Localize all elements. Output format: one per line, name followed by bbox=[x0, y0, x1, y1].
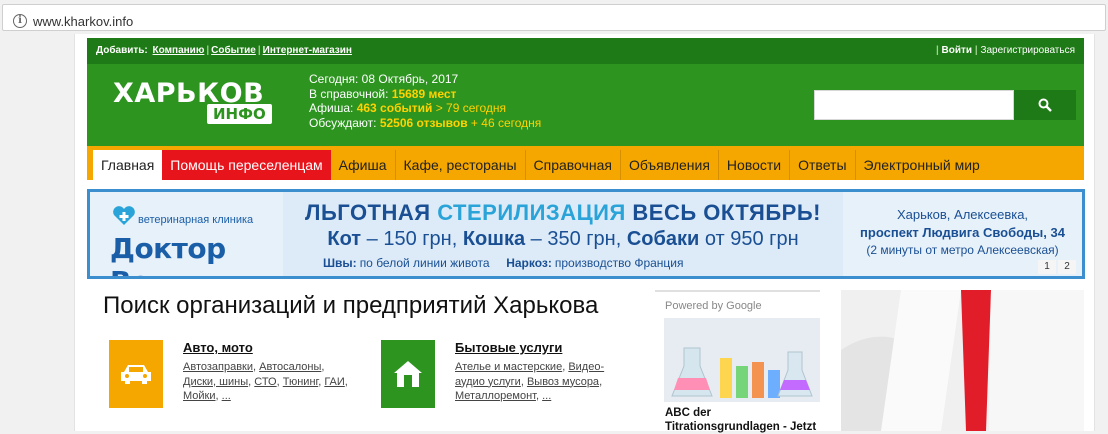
afisha-today[interactable]: > 79 сегодня bbox=[436, 101, 506, 115]
add-label: Добавить: bbox=[96, 45, 148, 56]
address-line-1: Харьков, Алексеевка, bbox=[896, 207, 1029, 222]
directory-value[interactable]: 15689 мест bbox=[392, 87, 457, 101]
add-shop-link[interactable]: Интернет-магазин bbox=[263, 45, 352, 56]
address-line-2: проспект Людвига Свободы, 34 bbox=[860, 225, 1065, 240]
nav-item-news[interactable]: Новости bbox=[719, 150, 791, 180]
category-title[interactable]: Авто, мото bbox=[183, 340, 253, 355]
nav-item-refugees[interactable]: Помощь переселенцам bbox=[162, 150, 331, 180]
page: Добавить: Компанию | Событие | Интернет-мага… bbox=[74, 34, 1095, 434]
afisha-value[interactable]: 463 событий bbox=[357, 101, 433, 115]
nav-item-electronics[interactable]: Электронный мир bbox=[856, 150, 988, 180]
category-household: Бытовые услуги Ателье и мастерские, Виде… bbox=[381, 340, 631, 410]
search-icon bbox=[1038, 98, 1052, 112]
register-link[interactable]: Зарегистрироваться bbox=[980, 45, 1075, 56]
category-link[interactable]: Ателье и мастерские bbox=[455, 361, 562, 373]
category-link[interactable]: ... bbox=[222, 390, 231, 402]
url-field[interactable]: i www.kharkov.info bbox=[2, 4, 1106, 31]
browser-address-bar: i www.kharkov.info bbox=[0, 0, 1108, 34]
google-ad[interactable]: Powered by Google ABC der Titrationsgrund… bbox=[655, 290, 820, 434]
main-nav: Главная Помощь переселенцам Афиша Кафе, … bbox=[87, 146, 1084, 180]
banner-details: Швы: по белой линии живота Наркоз: произво… bbox=[323, 256, 684, 270]
today-label: Сегодня: bbox=[309, 72, 359, 86]
nav-item-home[interactable]: Главная bbox=[93, 150, 163, 180]
login-link[interactable]: Войти bbox=[942, 45, 973, 56]
category-link[interactable]: Автосалоны bbox=[259, 361, 321, 373]
ad-headline[interactable]: ABC der Titrationsgrundlagen - Jetzt bbox=[665, 406, 816, 434]
category-links: Автозаправки, Автосалоны, Диски, шины, С… bbox=[183, 361, 348, 402]
address-line-3: (2 минуты от метро Алексеевская) bbox=[866, 243, 1059, 257]
banner-offer: ЛЬГОТНАЯ СТЕРИЛИЗАЦИЯ ВЕСЬ ОКТЯБРЬ! Кот … bbox=[283, 192, 843, 276]
nav-item-classifieds[interactable]: Объявления bbox=[621, 150, 719, 180]
clinic-subtitle: ветеринарная клиника bbox=[138, 214, 254, 226]
category-link[interactable]: СТО bbox=[254, 376, 276, 388]
nav-item-cafes[interactable]: Кафе, рестораны bbox=[396, 150, 526, 180]
clinic-logo: ветеринарная клиника Доктор Вет bbox=[90, 192, 283, 276]
banner-page-2[interactable]: 2 bbox=[1058, 260, 1076, 274]
category-link[interactable]: ... bbox=[542, 390, 551, 402]
category-link[interactable]: ГАИ bbox=[324, 376, 344, 388]
site-stats: Сегодня: 08 Октябрь, 2017 В справочной: … bbox=[309, 72, 541, 130]
logo-subtitle[interactable]: ИНФО bbox=[207, 104, 272, 124]
search-input[interactable] bbox=[814, 90, 1014, 120]
category-title[interactable]: Бытовые услуги bbox=[455, 340, 562, 355]
page-title: Поиск организаций и предприятий Харькова bbox=[103, 292, 599, 319]
banner-page-1[interactable]: 1 bbox=[1038, 260, 1056, 274]
banner-prices: Кот – 150 грн, Кошка – 350 грн, Собаки о… bbox=[327, 228, 799, 250]
category-links: Ателье и мастерские, Видео-аудио услуги,… bbox=[455, 361, 605, 402]
car-icon[interactable] bbox=[109, 340, 163, 408]
category-link[interactable]: Автозаправки bbox=[183, 361, 253, 373]
top-bar: Добавить: Компанию | Событие | Интернет-мага… bbox=[87, 38, 1084, 64]
viewport: Добавить: Компанию | Событие | Интернет-мага… bbox=[0, 34, 1108, 434]
banner-headline: ЛЬГОТНАЯ СТЕРИЛИЗАЦИЯ ВЕСЬ ОКТЯБРЬ! bbox=[305, 200, 821, 225]
banner-address: Харьков, Алексеевка, проспект Людвига Св… bbox=[843, 192, 1082, 276]
directory-label: В справочной: bbox=[309, 86, 389, 101]
today-value: 08 Октябрь, 2017 bbox=[361, 72, 459, 86]
banner-pager: 1 2 bbox=[1038, 260, 1076, 274]
category-auto: Авто, мото Автозаправки, Автосалоны, Дис… bbox=[109, 340, 359, 410]
category-link[interactable]: Тюнинг bbox=[283, 376, 318, 388]
add-company-link[interactable]: Компанию bbox=[153, 45, 205, 56]
add-event-link[interactable]: Событие bbox=[211, 45, 256, 56]
info-icon[interactable]: i bbox=[13, 14, 27, 28]
heart-icon bbox=[113, 206, 135, 225]
nav-item-directory[interactable]: Справочная bbox=[526, 150, 621, 180]
search-button[interactable] bbox=[1014, 90, 1076, 120]
header: ХАРЬКОВ ИНФО Сегодня: 08 Октябрь, 2017 В… bbox=[87, 64, 1084, 146]
discuss-today[interactable]: + 46 сегодня bbox=[471, 116, 541, 130]
ad-banner[interactable]: ветеринарная клиника Доктор Вет ЛЬГОТНАЯ… bbox=[87, 189, 1085, 279]
category-link[interactable]: Мойки bbox=[183, 390, 216, 402]
category-link[interactable]: Вывоз мусора bbox=[527, 376, 599, 388]
afisha-label: Афиша: bbox=[309, 101, 354, 115]
discuss-value[interactable]: 52506 отзывов bbox=[380, 116, 468, 130]
side-promo-image[interactable] bbox=[841, 290, 1084, 431]
discuss-label: Обсуждают: bbox=[309, 115, 377, 130]
category-link[interactable]: Металлоремонт bbox=[455, 390, 536, 402]
clinic-name: Доктор Вет bbox=[110, 232, 226, 276]
nav-item-answers[interactable]: Ответы bbox=[790, 150, 856, 180]
ad-powered-by: Powered by Google bbox=[665, 300, 762, 312]
nav-item-afisha[interactable]: Афиша bbox=[331, 150, 396, 180]
ad-image[interactable] bbox=[664, 318, 820, 402]
category-link[interactable]: Диски, шины bbox=[183, 376, 248, 388]
house-icon[interactable] bbox=[381, 340, 435, 408]
url-text: www.kharkov.info bbox=[33, 14, 134, 29]
